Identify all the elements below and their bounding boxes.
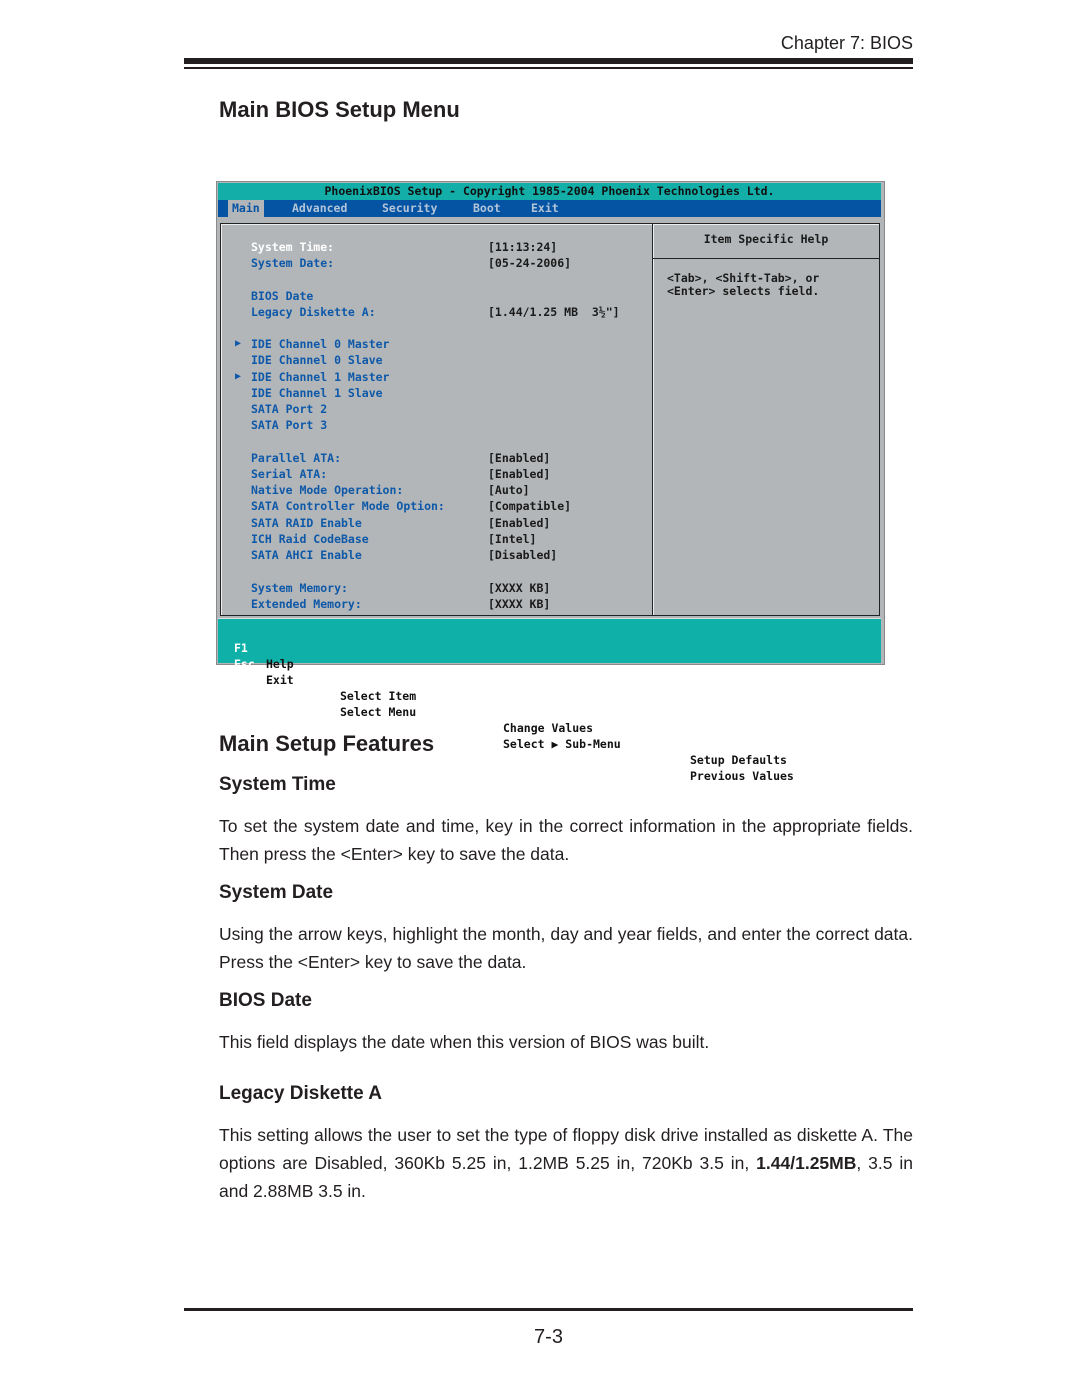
bios-item-label: IDE Channel 1 Master <box>251 370 390 384</box>
key-enter-desc: Select ▶ Sub-Menu <box>503 737 621 751</box>
key-updown-desc: Select Item <box>340 689 417 703</box>
key-f1-desc: Help <box>266 657 294 671</box>
bios-tab-exit[interactable]: Exit <box>527 200 563 217</box>
key-f10: F10 <box>658 753 679 767</box>
bios-item-label: Legacy Diskette A: <box>251 305 376 319</box>
heading-system-time: System Time <box>219 774 336 795</box>
bios-item-value[interactable]: [Intel] <box>488 531 536 547</box>
bios-item-label: System Date: <box>251 256 335 270</box>
bios-item-sata-raid[interactable]: SATA RAID Enable [Enabled] <box>221 515 652 531</box>
bios-item-ide0-slave[interactable]: IDE Channel 0 Slave <box>221 352 652 368</box>
key-minus-plus: -/+ <box>454 705 475 719</box>
bios-tab-security[interactable]: Security <box>378 200 441 217</box>
bios-item-label: Extended Memory: <box>251 597 362 611</box>
bios-item-value[interactable]: [Enabled] <box>488 515 550 531</box>
bios-item-sata-port-3[interactable]: SATA Port 3 <box>221 417 652 433</box>
bios-item-serial-ata[interactable]: Serial ATA: [Enabled] <box>221 466 652 482</box>
heading-legacy-diskette: Legacy Diskette A <box>219 1083 382 1104</box>
heading-system-date: System Date <box>219 882 334 903</box>
key-enter: Enter <box>454 721 489 735</box>
bios-item-label: SATA Port 3 <box>251 418 328 432</box>
key-esc: Esc <box>234 657 255 671</box>
chapter-header: Chapter 7: BIOS <box>780 33 913 53</box>
bios-item-label: ICH Raid CodeBase <box>251 532 369 546</box>
bios-item-value[interactable]: [1.44/1.25 MB 3½"] <box>488 304 620 320</box>
bios-item-label: IDE Channel 1 Slave <box>251 386 383 400</box>
bios-item-label: SATA Port 2 <box>251 402 328 416</box>
bios-item-value: [XXXX KB] <box>488 581 551 595</box>
key-f10-desc: Previous Values <box>690 769 794 783</box>
bios-item-label: IDE Channel 0 Slave <box>251 353 383 367</box>
page-number: 7-3 <box>534 1326 563 1348</box>
bios-item-value[interactable]: [05-24-2006] <box>488 255 571 271</box>
bios-item-bios-date: BIOS Date <box>221 288 652 304</box>
bios-item-ich-raid-codebase[interactable]: ICH Raid CodeBase [Intel] <box>221 531 652 547</box>
bios-item-value[interactable]: [Enabled] <box>488 466 550 482</box>
bios-item-value[interactable]: [Disabled] <box>488 547 557 563</box>
bios-item-label: Native Mode Operation: <box>251 483 404 497</box>
bios-item-label: SATA AHCI Enable <box>251 548 362 562</box>
footer-rule <box>184 1308 913 1311</box>
submenu-arrow-icon: ▶ <box>235 371 242 382</box>
bios-item-value[interactable]: [Enabled] <box>488 450 550 466</box>
bios-item-label: System Time: <box>251 240 335 254</box>
para-system-date: Using the arrow keys, highlight the mont… <box>219 924 913 972</box>
bios-tab-main[interactable]: Main <box>228 200 264 217</box>
bios-settings-panel: System Time: [11:13:24] System Date: [05… <box>220 223 652 616</box>
bios-item-ide0-master[interactable]: ▶ IDE Channel 0 Master <box>221 336 652 352</box>
header-rule-thick <box>184 58 913 64</box>
bios-item-value[interactable]: [Auto] <box>488 482 530 498</box>
section-title: Main BIOS Setup Menu <box>219 97 460 122</box>
bios-item-parallel-ata[interactable]: Parallel ATA: [Enabled] <box>221 450 652 466</box>
bios-item-ide1-slave[interactable]: IDE Channel 1 Slave <box>221 385 652 401</box>
key-minus-plus-desc: Change Values <box>503 721 594 735</box>
bios-item-label: Serial ATA: <box>251 467 328 481</box>
para-legacy-diskette: This setting allows the user to set the … <box>219 1121 913 1205</box>
help-text: <Tab>, <Shift-Tab>, or <Enter> selects f… <box>667 271 820 298</box>
bios-item-native-mode[interactable]: Native Mode Operation: [Auto] <box>221 482 652 498</box>
key-esc-desc: Exit <box>266 673 294 687</box>
bios-item-sata-port-2[interactable]: SATA Port 2 <box>221 401 652 417</box>
bios-item-ide1-master[interactable]: ▶ IDE Channel 1 Master <box>221 369 652 385</box>
bios-tab-advanced[interactable]: Advanced <box>288 200 351 217</box>
bios-help-panel: Item Specific Help <Tab>, <Shift-Tab>, o… <box>652 223 880 616</box>
para-bios-date: This field displays the date when this v… <box>219 1032 710 1052</box>
bios-item-label: BIOS Date <box>251 289 314 303</box>
submenu-arrow-icon: ▶ <box>235 338 242 349</box>
help-title: Item Specific Help <box>653 224 879 259</box>
header-rule-thin <box>184 67 913 69</box>
bios-key-legend: F1 Help ↑↓ Select Item -/+ Change Values… <box>218 618 881 783</box>
bios-item-sata-controller-mode[interactable]: SATA Controller Mode Option: [Compatible… <box>221 498 652 514</box>
bios-item-label: System Memory: <box>251 581 348 595</box>
bios-item-system-date[interactable]: System Date: [05-24-2006] <box>221 255 652 271</box>
key-f9: F9 <box>658 737 672 751</box>
bios-tab-boot[interactable]: Boot <box>469 200 505 217</box>
bios-item-system-time[interactable]: System Time: [11:13:24] <box>221 239 652 255</box>
bios-item-extended-memory: Extended Memory: [XXXX KB] <box>221 596 652 612</box>
bios-item-value: [XXXX KB] <box>488 597 551 611</box>
bios-item-label: Parallel ATA: <box>251 451 342 465</box>
bios-item-legacy-diskette[interactable]: Legacy Diskette A: [1.44/1.25 MB 3½"] <box>221 304 652 320</box>
key-f9-desc: Setup Defaults <box>690 753 787 767</box>
bios-item-label: IDE Channel 0 Master <box>251 337 390 351</box>
bios-menu-bar: Main Advanced Security Boot Exit <box>218 200 881 217</box>
bios-item-label: SATA RAID Enable <box>251 516 362 530</box>
bios-item-system-memory: System Memory: [XXXX KB] <box>221 580 652 596</box>
heading-bios-date: BIOS Date <box>219 990 312 1011</box>
bios-title-bar: PhoenixBIOS Setup - Copyright 1985-2004 … <box>218 183 881 200</box>
key-updown: ↑↓ <box>316 673 330 687</box>
key-leftright: ↔ <box>316 689 323 703</box>
bios-item-sata-ahci[interactable]: SATA AHCI Enable [Disabled] <box>221 547 652 563</box>
para-bold-value: 1.44/1.25MB <box>756 1153 857 1173</box>
key-leftright-desc: Select Menu <box>340 705 417 719</box>
bios-item-value[interactable]: [11:13:24] <box>488 239 557 255</box>
features-title: Main Setup Features <box>219 731 435 756</box>
para-system-time: To set the system date and time, key in … <box>219 816 913 864</box>
bios-item-value[interactable]: [Compatible] <box>488 498 571 514</box>
bios-item-label: SATA Controller Mode Option: <box>251 499 445 513</box>
bios-screenshot: PhoenixBIOS Setup - Copyright 1985-2004 … <box>216 181 885 783</box>
